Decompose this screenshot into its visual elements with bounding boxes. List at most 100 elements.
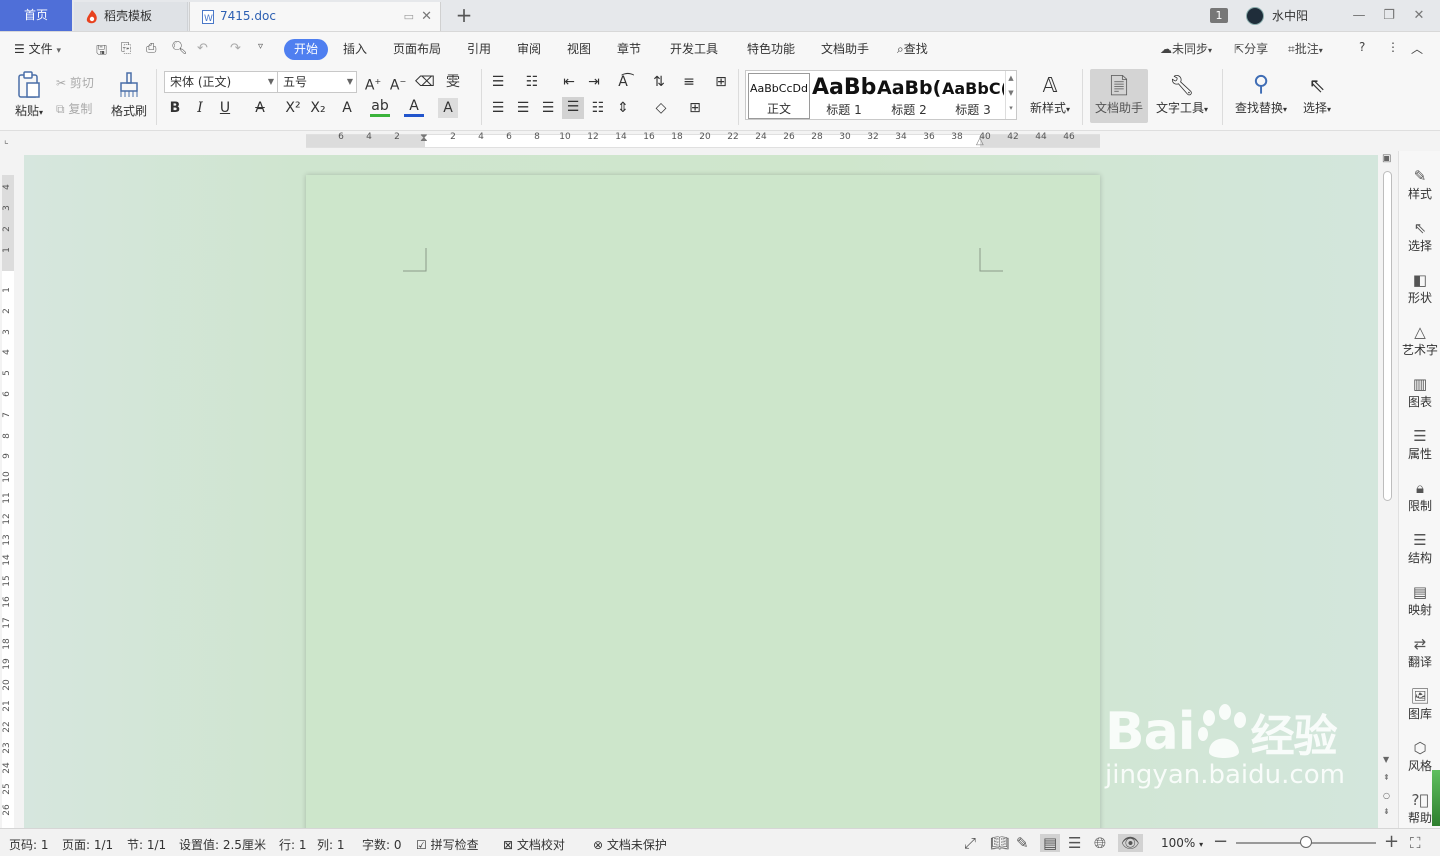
text-direction-icon[interactable]: A͡ — [613, 72, 633, 92]
panel-gallery[interactable]: 🖼︎ 图库 — [1399, 687, 1440, 722]
collapse-ribbon-button[interactable]: ︿ — [1411, 40, 1423, 57]
page-view-icon[interactable]: ▤ — [1040, 834, 1061, 852]
browse-object-icon[interactable]: ○ — [1383, 791, 1390, 800]
menu-tab-features[interactable]: 特色功能 — [747, 40, 795, 58]
phonetic-guide-icon[interactable]: 雯 — [443, 72, 463, 92]
proofread-button[interactable]: ⊠ 文档校对 — [503, 836, 565, 853]
panel-structure[interactable]: ☰ 结构 — [1399, 531, 1440, 566]
align-center-icon[interactable]: ☰ — [513, 98, 533, 118]
status-section[interactable]: 节: 1/1 — [127, 836, 166, 853]
numbered-list-icon[interactable]: ☷ — [522, 72, 542, 92]
undo-icon[interactable]: ↶ — [197, 41, 208, 56]
menu-tab-home[interactable]: 开始 — [284, 39, 328, 60]
web-view-icon[interactable]: 🌐︎ — [1094, 834, 1106, 852]
menu-tab-doc-assistant[interactable]: 文档助手 — [821, 40, 869, 58]
tab-home[interactable]: 首页 — [0, 0, 72, 31]
scrollbar-thumb[interactable] — [1383, 171, 1392, 501]
line-spacing-icon[interactable]: ⇕ — [613, 98, 633, 118]
strikethrough-icon[interactable]: A — [250, 98, 270, 118]
menu-tab-chapter[interactable]: 章节 — [617, 40, 641, 58]
distributed-align-icon[interactable]: ☷ — [588, 98, 608, 118]
borders-icon[interactable]: ⊞ — [685, 98, 705, 118]
restore-button[interactable]: ❐ — [1374, 8, 1404, 23]
find-replace-button[interactable]: ⚲ 查找替换▾ — [1230, 71, 1292, 116]
status-word-count[interactable]: 字数: 0 — [362, 836, 402, 853]
bold-icon[interactable]: B — [165, 98, 185, 118]
panel-style[interactable]: ✎ 样式 — [1399, 167, 1440, 202]
menu-tab-layout[interactable]: 页面布局 — [393, 40, 441, 58]
prev-page-icon[interactable]: ⇞ — [1383, 773, 1390, 782]
status-pages[interactable]: 页面: 1/1 — [62, 836, 113, 853]
shading-icon[interactable]: ◇ — [651, 98, 671, 118]
close-tab-icon[interactable]: ✕ — [421, 2, 432, 31]
avatar[interactable] — [1245, 6, 1264, 25]
document-page[interactable] — [306, 175, 1100, 835]
new-tab-button[interactable]: + — [452, 4, 476, 28]
format-painter-button[interactable]: 格式刷 — [108, 71, 150, 119]
read-mode-icon[interactable]: 📖︎ — [990, 834, 1009, 852]
font-name-select[interactable]: 宋体 (正文) ▼ — [164, 71, 278, 93]
status-setting[interactable]: 设置值: 2.5厘米 — [179, 836, 266, 853]
shrink-font-icon[interactable]: A− — [388, 72, 408, 96]
zoom-in-icon[interactable]: + — [1384, 831, 1399, 852]
char-shading-icon[interactable]: A — [438, 98, 458, 118]
redo-icon[interactable]: ↷ — [230, 41, 241, 56]
export-icon[interactable]: ⎘ — [121, 41, 131, 56]
highlight-icon[interactable]: ab — [370, 98, 390, 117]
doc-assistant-button[interactable]: 📄︎ 文档助手 — [1092, 71, 1146, 116]
align-left-icon[interactable]: ☰ — [488, 98, 508, 118]
customize-dropdown-icon[interactable]: ▿ — [258, 41, 263, 52]
style-gallery-scroll[interactable]: ▲ ▼ ▾ — [1005, 71, 1016, 119]
minimize-button[interactable]: — — [1344, 8, 1374, 23]
menu-tab-review[interactable]: 审阅 — [517, 40, 541, 58]
tab-template[interactable]: 稻壳模板 — [74, 2, 188, 31]
tab-document[interactable]: W 7415.doc ▭ ✕ — [189, 2, 441, 31]
user-name[interactable]: 水中阳 — [1272, 7, 1308, 24]
panel-wordart[interactable]: △ 艺术字 — [1399, 323, 1440, 358]
style-heading-1[interactable]: AaBb 标题 1 — [812, 73, 876, 119]
italic-icon[interactable]: I — [190, 98, 210, 118]
zoom-level[interactable]: 100% ▾ — [1161, 836, 1203, 850]
scroll-down-icon[interactable]: ▼ — [1383, 755, 1389, 764]
split-view-icon[interactable]: ▣ — [1382, 153, 1391, 164]
zoom-slider-knob[interactable] — [1300, 836, 1312, 848]
panel-shape[interactable]: ◧ 形状 — [1399, 271, 1440, 306]
help-button[interactable]: ? — [1359, 40, 1365, 54]
select-button[interactable]: ⇖ 选择▾ — [1298, 71, 1336, 116]
next-page-icon[interactable]: ⇟ — [1383, 807, 1390, 816]
underline-icon[interactable]: U — [215, 98, 235, 118]
panel-restrict[interactable]: 🔒︎ 限制 — [1399, 479, 1440, 514]
new-style-button[interactable]: 𝔸 新样式▾ — [1026, 71, 1074, 116]
indent-marker-icon[interactable]: ⧗ — [420, 131, 428, 145]
panel-theme[interactable]: ⬡ 风格 — [1399, 739, 1440, 774]
increase-indent-icon[interactable]: ⇥ — [584, 72, 604, 92]
fullscreen-icon[interactable]: ⤢ — [964, 834, 976, 852]
close-window-button[interactable]: ✕ — [1404, 8, 1434, 23]
line-spacing-options-icon[interactable]: ≡ — [679, 72, 699, 92]
more-button[interactable]: ⋮ — [1387, 40, 1399, 54]
subscript-icon[interactable]: X₂ — [308, 98, 328, 118]
file-menu[interactable]: ☰ 文件 ▾ — [14, 40, 61, 58]
print-icon[interactable]: ⎙ — [146, 41, 156, 56]
superscript-icon[interactable]: X² — [283, 98, 303, 118]
align-right-icon[interactable]: ☰ — [538, 98, 558, 118]
clear-format-icon[interactable]: ⌫ — [415, 72, 435, 92]
outline-view-icon[interactable]: ☰ — [1068, 834, 1081, 852]
spell-check-button[interactable]: ☑ 拼写检查 — [416, 836, 479, 853]
copy-button[interactable]: ⧉ 复制 — [56, 100, 92, 117]
menu-tab-insert[interactable]: 插入 — [343, 40, 367, 58]
sort-icon[interactable]: ⇅ — [649, 72, 669, 92]
panel-mapping[interactable]: ▤ 映射 — [1399, 583, 1440, 618]
panel-chart[interactable]: ▥ 图表 — [1399, 375, 1440, 410]
search-menu[interactable]: ⌕查找 — [897, 40, 928, 58]
horizontal-ruler[interactable]: ⌞ 6 4 2 2 4 6 8 10 12 14 16 18 20 22 24 26 28 30 32 34 36 38 4… — [0, 131, 1380, 151]
status-column[interactable]: 列: 1 — [317, 836, 345, 853]
style-heading-3[interactable]: AaBbC( 标题 3 — [942, 73, 1004, 119]
paste-button[interactable]: 粘贴▾ — [10, 71, 48, 119]
protect-button[interactable]: ⊗ 文档未保护 — [593, 836, 667, 853]
grow-font-icon[interactable]: A+ — [363, 72, 383, 96]
style-heading-2[interactable]: AaBb( 标题 2 — [877, 73, 941, 119]
eye-protect-icon[interactable]: 👁︎ — [1118, 834, 1144, 852]
status-row[interactable]: 行: 1 — [279, 836, 307, 853]
menu-tab-references[interactable]: 引用 — [467, 40, 491, 58]
